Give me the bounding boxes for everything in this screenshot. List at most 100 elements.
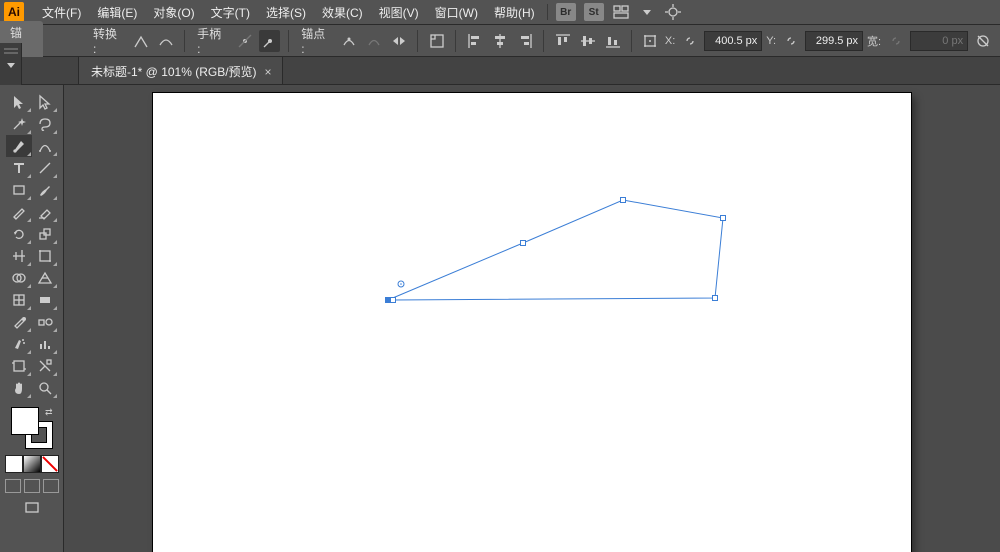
arrange-documents-button[interactable] [610,3,632,21]
slice-tool[interactable] [32,355,58,377]
pencil-tool[interactable] [6,201,32,223]
type-tool[interactable] [6,157,32,179]
align-center-v-button[interactable] [577,30,598,52]
none-mode-button[interactable] [41,455,59,473]
control-bar: 锚点 转换 : 手柄 : 锚点 : X: Y: 宽: [0,25,1000,57]
align-top-button[interactable] [552,30,573,52]
line-segment-tool[interactable] [32,157,58,179]
selection-tool[interactable] [6,91,32,113]
swap-fill-stroke-icon[interactable]: ⇄ [45,407,53,418]
menu-view[interactable]: 视图(V) [371,0,427,25]
convert-smooth-button[interactable] [155,30,176,52]
eraser-tool[interactable] [32,201,58,223]
menu-edit[interactable]: 编辑(E) [89,0,145,25]
add-anchor-button[interactable] [363,30,384,52]
align-center-h-button[interactable] [489,30,510,52]
menu-select[interactable]: 选择(S) [258,0,314,25]
color-mode-button[interactable] [5,455,23,473]
menu-bar: Ai 文件(F) 编辑(E) 对象(O) 文字(T) 选择(S) 效果(C) 视… [0,0,1000,25]
paintbrush-tool[interactable] [32,179,58,201]
main-area: ⇄ [0,85,1000,552]
anchor2-label: 锚点 : [297,25,334,56]
x-input[interactable] [704,31,762,51]
connect-anchor-button[interactable] [388,30,409,52]
w-link-button[interactable] [885,30,906,52]
width-tool[interactable] [6,245,32,267]
align-bottom-button[interactable] [602,30,623,52]
y-label: Y: [766,35,776,47]
isolate-button[interactable] [426,30,447,52]
draw-behind-button[interactable] [24,479,40,493]
document-tab-title: 未标题-1* @ 101% (RGB/预览) [91,63,257,80]
perspective-grid-tool[interactable] [32,267,58,289]
zoom-tool[interactable] [32,377,58,399]
shape-builder-tool[interactable] [6,267,32,289]
menu-type[interactable]: 文字(T) [203,0,258,25]
stock-button[interactable]: St [584,3,604,21]
symbol-sprayer-tool[interactable] [6,333,32,355]
fill-swatch[interactable] [11,407,39,435]
document-tab[interactable]: 未标题-1* @ 101% (RGB/预览) × [78,56,283,84]
scale-tool[interactable] [32,223,58,245]
handle-show-button[interactable] [234,30,255,52]
blend-tool[interactable] [32,311,58,333]
menu-file[interactable]: 文件(F) [34,0,89,25]
toolbox: ⇄ [0,85,64,552]
lasso-tool[interactable] [32,113,58,135]
anchor-point[interactable] [621,198,626,203]
eyedropper-tool[interactable] [6,311,32,333]
y-link-button[interactable] [780,30,801,52]
fill-stroke-control[interactable]: ⇄ [11,407,53,449]
anchor-point[interactable] [721,216,726,221]
anchor-point[interactable] [713,296,718,301]
curvature-tool[interactable] [32,135,58,157]
align-right-button[interactable] [514,30,535,52]
column-graph-tool[interactable] [32,333,58,355]
close-tab-icon[interactable]: × [265,65,272,79]
draw-inside-button[interactable] [43,479,59,493]
convert-label: 转换 : [89,25,126,56]
extra-options-button[interactable] [972,30,994,52]
hand-tool[interactable] [6,377,32,399]
convert-corner-button[interactable] [130,30,151,52]
menu-object[interactable]: 对象(O) [145,0,202,25]
magic-wand-tool[interactable] [6,113,32,135]
direct-selection-tool[interactable] [32,91,58,113]
menu-window[interactable]: 窗口(W) [427,0,486,25]
x-label: X: [665,35,675,47]
align-left-button[interactable] [464,30,485,52]
divider [417,30,418,52]
anchor-point[interactable] [386,298,391,303]
panel-collapse-handle[interactable] [0,43,22,85]
divider [288,30,289,52]
rotate-tool[interactable] [6,223,32,245]
canvas-area[interactable] [64,85,1000,552]
remove-anchor-button[interactable] [338,30,359,52]
draw-normal-button[interactable] [5,479,21,493]
transform-reference-button[interactable] [640,30,661,52]
menu-divider [547,4,548,20]
handle-label: 手柄 : [193,25,230,56]
vector-path[interactable] [153,93,911,552]
path-outline[interactable] [388,200,723,300]
handle-hide-button[interactable] [259,30,280,52]
mesh-tool[interactable] [6,289,32,311]
artboard[interactable] [153,93,911,552]
gradient-mode-button[interactable] [23,455,41,473]
y-input[interactable] [805,31,863,51]
pen-tool[interactable] [6,135,32,157]
gradient-tool[interactable] [32,289,58,311]
gpu-preview-button[interactable] [662,3,684,21]
menu-help[interactable]: 帮助(H) [486,0,543,25]
x-link-button[interactable] [679,30,700,52]
bridge-button[interactable]: Br [556,3,576,21]
free-transform-tool[interactable] [32,245,58,267]
arrange-dropdown[interactable] [636,3,658,21]
rectangle-tool[interactable] [6,179,32,201]
screen-mode-button[interactable] [19,497,45,519]
document-tab-strip: 未标题-1* @ 101% (RGB/预览) × [0,57,1000,85]
anchor-point[interactable] [391,298,396,303]
artboard-tool[interactable] [6,355,32,377]
anchor-point[interactable] [521,241,526,246]
menu-effect[interactable]: 效果(C) [314,0,371,25]
